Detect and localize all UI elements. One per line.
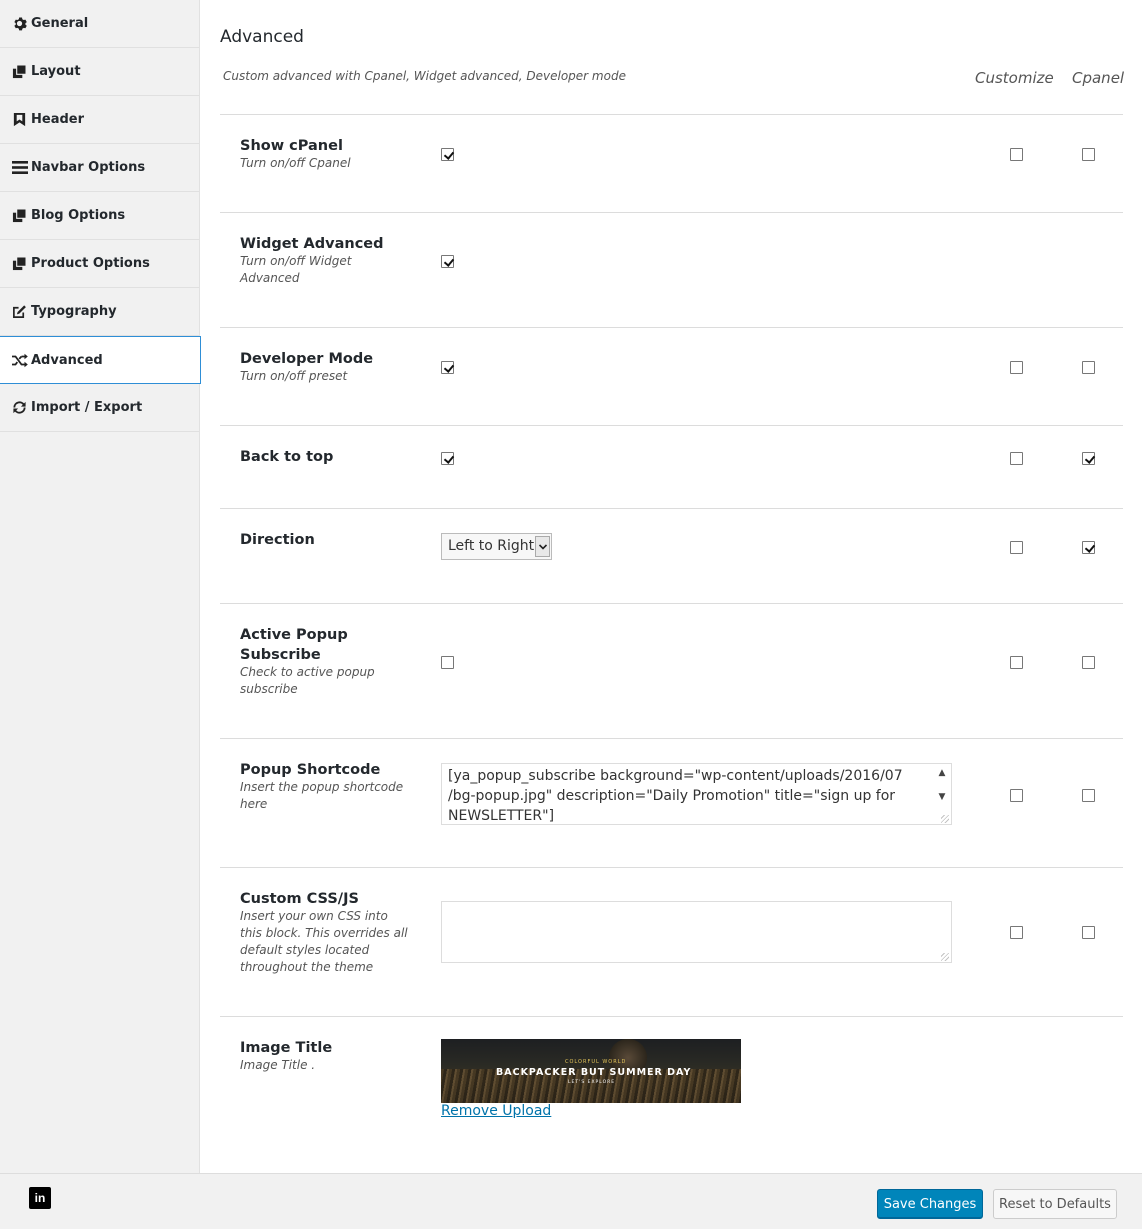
bars-icon: [11, 159, 28, 176]
sidebar-item-label: Layout: [31, 64, 81, 79]
setting-description: Check to active popup subscribe: [240, 665, 375, 696]
save-changes-button[interactable]: Save Changes: [877, 1189, 983, 1219]
copy-icon: [11, 255, 28, 272]
setting-row-back-to-top: Back to top: [220, 425, 1123, 508]
random-icon: [11, 352, 28, 369]
developer-mode-checkbox[interactable]: [441, 361, 454, 374]
textarea-line: [ya_popup_subscribe background="wp-conte…: [448, 768, 903, 784]
page-title: Advanced: [220, 27, 304, 47]
active-popup-cpanel-checkbox[interactable]: [1082, 656, 1095, 669]
sidebar-item-label: General: [31, 16, 89, 31]
setting-row-show-cpanel: Show cPanel Turn on/off Cpanel: [220, 114, 1123, 212]
setting-label: Developer Mode: [240, 351, 374, 367]
setting-label: Direction: [240, 532, 315, 548]
bookmark-icon: [11, 111, 28, 128]
setting-label: Popup Shortcode: [240, 762, 381, 778]
image-text-small: COLORFUL WORLD: [565, 1059, 627, 1065]
show-cpanel-cpanel-checkbox[interactable]: [1082, 148, 1095, 161]
show-cpanel-customize-checkbox[interactable]: [1010, 148, 1023, 161]
sidebar-item-layout[interactable]: Layout: [0, 48, 199, 96]
setting-description: Turn on/off Cpanel: [240, 156, 351, 170]
scroll-down-icon[interactable]: ▼: [936, 791, 948, 803]
resize-grip-icon[interactable]: [940, 952, 949, 961]
sidebar-item-label: Blog Options: [31, 208, 126, 223]
image-text-tiny: LET'S EXPLORE: [568, 1080, 616, 1085]
setting-row-popup-shortcode: Popup Shortcode Insert the popup shortco…: [220, 738, 1123, 867]
edit-icon: [11, 303, 28, 320]
sidebar-item-typography[interactable]: Typography: [0, 288, 199, 336]
setting-description: Insert the popup shortcode here: [240, 780, 404, 811]
back-to-top-checkbox[interactable]: [441, 452, 454, 465]
copy-icon: [11, 207, 28, 224]
sidebar-item-label: Typography: [31, 304, 117, 319]
back-to-top-customize-checkbox[interactable]: [1010, 452, 1023, 465]
active-popup-customize-checkbox[interactable]: [1010, 656, 1023, 669]
back-to-top-cpanel-checkbox[interactable]: [1082, 452, 1095, 465]
linkedin-icon[interactable]: in: [29, 1187, 51, 1209]
sidebar-item-label: Header: [31, 112, 85, 127]
sidebar-item-label: Advanced: [31, 352, 103, 368]
active-popup-checkbox[interactable]: [441, 656, 454, 669]
sidebar-item-label: Product Options: [31, 256, 150, 271]
remove-upload-link[interactable]: Remove Upload: [441, 1103, 551, 1119]
section-description: Custom advanced with Cpanel, Widget adva…: [223, 69, 626, 83]
direction-customize-checkbox[interactable]: [1010, 541, 1023, 554]
widget-advanced-checkbox[interactable]: [441, 255, 454, 268]
setting-row-image-title: Image Title Image Title . COLORFUL WORLD…: [220, 1016, 1123, 1166]
setting-label: Show cPanel: [240, 138, 343, 154]
setting-label: Back to top: [240, 449, 334, 465]
direction-select-value: Left to Right: [448, 538, 535, 554]
sidebar-item-label: Navbar Options: [31, 160, 146, 175]
resize-grip-icon[interactable]: [940, 814, 949, 823]
popup-shortcode-textarea[interactable]: [ya_popup_subscribe background="wp-conte…: [441, 763, 952, 825]
custom-css-customize-checkbox[interactable]: [1010, 926, 1023, 939]
scroll-up-icon[interactable]: ▲: [936, 767, 948, 779]
sidebar-item-product-options[interactable]: Product Options: [0, 240, 199, 288]
uploaded-image-preview: COLORFUL WORLD BACKPACKER BUT SUMMER DAY…: [441, 1039, 741, 1103]
popup-shortcode-customize-checkbox[interactable]: [1010, 789, 1023, 802]
setting-row-custom-css: Custom CSS/JS Insert your own CSS into t…: [220, 867, 1123, 1016]
show-cpanel-checkbox[interactable]: [441, 148, 454, 161]
setting-label: Widget Advanced: [240, 236, 384, 252]
textarea-line: NEWSLETTER"]: [448, 808, 555, 824]
popup-shortcode-cpanel-checkbox[interactable]: [1082, 789, 1095, 802]
sidebar: General Layout Header Navbar Options Blo…: [0, 0, 201, 1173]
sidebar-item-label: Import / Export: [31, 400, 143, 415]
column-header-cpanel: Cpanel: [1072, 69, 1125, 87]
image-text-big: BACKPACKER BUT SUMMER DAY: [496, 1067, 692, 1078]
refresh-icon: [11, 399, 28, 416]
setting-description: Turn on/off Widget Advanced: [240, 254, 352, 285]
reset-to-defaults-button[interactable]: Reset to Defaults: [993, 1189, 1117, 1219]
setting-row-widget-advanced: Widget Advanced Turn on/off Widget Advan…: [220, 212, 1123, 327]
setting-row-active-popup-subscribe: Active Popup Subscribe Check to active p…: [220, 603, 1123, 738]
gear-icon: [11, 15, 28, 32]
chevron-down-icon: [535, 536, 550, 557]
setting-label: Custom CSS/JS: [240, 891, 359, 907]
setting-description: Image Title .: [240, 1058, 316, 1072]
footer-bar: in Save Changes Reset to Defaults: [0, 1173, 1142, 1229]
direction-select[interactable]: Left to Right: [441, 533, 552, 560]
setting-description: Insert your own CSS into this block. Thi…: [240, 909, 408, 974]
column-header-customize: Customize: [975, 69, 1054, 87]
textarea-line: /bg-popup.jpg" description="Daily Promot…: [448, 788, 896, 804]
sidebar-item-advanced[interactable]: Advanced: [0, 336, 201, 384]
sidebar-item-general[interactable]: General: [0, 0, 199, 48]
custom-css-textarea[interactable]: [441, 901, 952, 963]
direction-cpanel-checkbox[interactable]: [1082, 541, 1095, 554]
sidebar-item-navbar-options[interactable]: Navbar Options: [0, 144, 199, 192]
custom-css-cpanel-checkbox[interactable]: [1082, 926, 1095, 939]
copy-icon: [11, 63, 28, 80]
sidebar-item-import-export[interactable]: Import / Export: [0, 384, 199, 432]
sidebar-item-blog-options[interactable]: Blog Options: [0, 192, 199, 240]
setting-label: Image Title: [240, 1040, 333, 1056]
sidebar-item-header[interactable]: Header: [0, 96, 199, 144]
developer-mode-cpanel-checkbox[interactable]: [1082, 361, 1095, 374]
developer-mode-customize-checkbox[interactable]: [1010, 361, 1023, 374]
setting-label: Active Popup Subscribe: [240, 627, 348, 663]
setting-row-developer-mode: Developer Mode Turn on/off preset: [220, 327, 1123, 425]
setting-row-direction: Direction Left to Right: [220, 508, 1123, 603]
setting-description: Turn on/off preset: [240, 369, 348, 383]
